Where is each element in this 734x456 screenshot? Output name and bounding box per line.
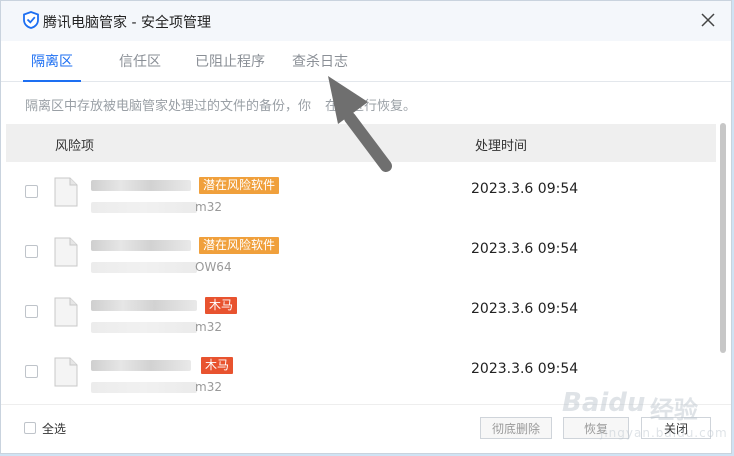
row-checkbox[interactable] (25, 305, 38, 318)
file-path-suffix: m32 (195, 320, 222, 334)
tab-blocked-programs[interactable]: 已阻止程序 (187, 41, 273, 81)
table-row: m32 潜在风险软件 2023.3.6 09:54 (6, 163, 716, 223)
table-row: m32 木马 2023.3.6 09:54 (6, 283, 716, 343)
process-time: 2023.3.6 09:54 (471, 181, 579, 197)
file-icon (54, 357, 78, 387)
footer-bar: 全选 彻底删除 恢复 关闭 (1, 404, 731, 455)
file-path-suffix: m32 (195, 200, 222, 214)
file-name-redacted (91, 360, 191, 371)
tab-quarantine[interactable]: 隔离区 (23, 41, 81, 82)
process-time: 2023.3.6 09:54 (471, 241, 579, 257)
scrollbar-thumb[interactable] (720, 123, 726, 353)
delete-permanently-button[interactable]: 彻底删除 (480, 417, 552, 439)
close-icon (701, 13, 715, 27)
file-path-suffix: OW64 (195, 260, 232, 274)
file-path-redacted (91, 322, 197, 333)
column-process-time: 处理时间 (475, 139, 528, 154)
row-checkbox[interactable] (25, 365, 38, 378)
file-name-redacted (91, 300, 197, 311)
select-all-label[interactable]: 全选 (42, 420, 66, 437)
file-path-suffix: m32 (195, 380, 222, 394)
risk-tag: 木马 (201, 357, 234, 374)
file-name-redacted (91, 180, 191, 191)
tab-scan-log[interactable]: 查杀日志 (285, 41, 355, 81)
table-row: OW64 潜在风险软件 2023.3.6 09:54 (6, 223, 716, 283)
file-path-redacted (91, 382, 197, 393)
restore-button[interactable]: 恢复 (563, 417, 629, 439)
risk-tag: 木马 (205, 297, 238, 314)
column-risk-item: 风险项 (55, 139, 95, 154)
file-path-redacted (91, 262, 197, 273)
close-dialog-button[interactable]: 关闭 (641, 417, 711, 439)
quarantine-window: 腾讯电脑管家 - 安全项管理 隔离区 信任区 已阻止程序 查杀日志 隔离区中存放… (0, 0, 732, 454)
risk-tag: 潜在风险软件 (199, 177, 280, 194)
file-name-redacted (91, 240, 191, 251)
table-header: 风险项 处理时间 (6, 124, 716, 162)
description-tail: 在此进行恢复。 (325, 99, 417, 114)
row-checkbox[interactable] (25, 245, 38, 258)
table-row: m32 木马 2023.3.6 09:54 (6, 343, 716, 403)
description: 隔离区中存放被电脑管家处理过的文件的备份，你 在此进行恢复。 (25, 95, 416, 114)
window-title: 腾讯电脑管家 - 安全项管理 (43, 15, 211, 31)
process-time: 2023.3.6 09:54 (471, 301, 579, 317)
tab-trusted[interactable]: 信任区 (111, 41, 169, 81)
row-checkbox[interactable] (25, 185, 38, 198)
file-icon (54, 297, 78, 327)
description-text: 隔离区中存放被电脑管家处理过的文件的备份，你 (25, 99, 312, 114)
shield-icon (23, 11, 39, 29)
close-button[interactable] (695, 7, 721, 33)
risk-tag: 潜在风险软件 (199, 237, 280, 254)
file-icon (54, 237, 78, 267)
file-path-redacted (91, 202, 197, 213)
tab-bar: 隔离区 信任区 已阻止程序 查杀日志 (1, 41, 731, 82)
vertical-scrollbar[interactable] (718, 123, 728, 403)
select-all-checkbox[interactable] (24, 422, 36, 434)
process-time: 2023.3.6 09:54 (471, 361, 579, 377)
title-bar: 腾讯电脑管家 - 安全项管理 (1, 1, 731, 41)
file-icon (54, 177, 78, 207)
